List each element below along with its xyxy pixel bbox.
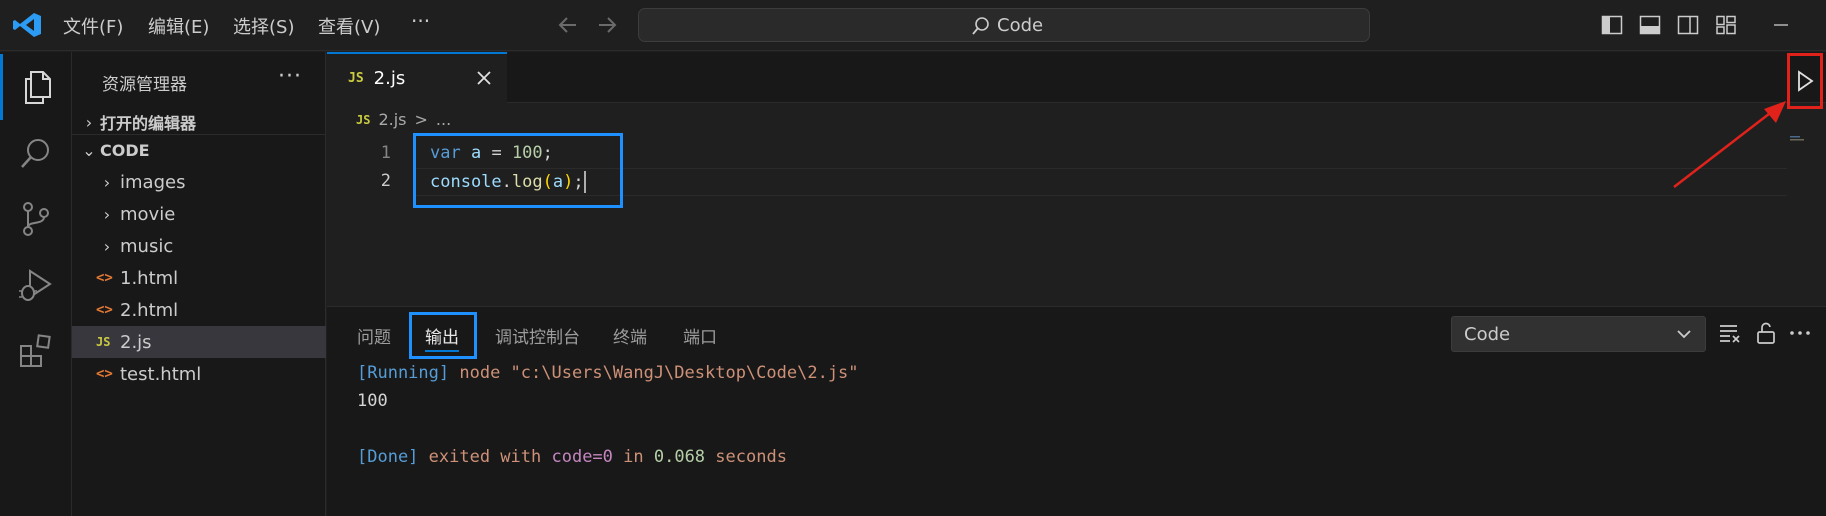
run-code-button[interactable] bbox=[1787, 53, 1823, 109]
code-annotation-box bbox=[413, 133, 623, 208]
output-text: 100 bbox=[357, 391, 388, 411]
back-arrow-icon[interactable] bbox=[555, 12, 581, 38]
tree-item-1html[interactable]: <> 1.html bbox=[72, 262, 326, 294]
close-icon[interactable] bbox=[474, 68, 494, 88]
output-channel-select[interactable]: Code bbox=[1451, 316, 1706, 352]
output-text: exited with bbox=[418, 447, 552, 467]
open-editors-label: 打开的编辑器 bbox=[100, 114, 197, 133]
output-tab-annotation-box bbox=[409, 312, 477, 359]
output-tag: [Running] bbox=[357, 363, 450, 383]
activity-extensions[interactable] bbox=[0, 318, 72, 384]
clear-output-icon[interactable] bbox=[1717, 320, 1743, 346]
command-center[interactable]: Code bbox=[638, 8, 1370, 42]
menu-edit[interactable]: 编辑(E) bbox=[148, 13, 209, 39]
line-number: 1 bbox=[380, 143, 391, 163]
tree-item-label: images bbox=[120, 171, 186, 193]
search-icon bbox=[972, 16, 989, 35]
output-text: in bbox=[612, 447, 654, 467]
menu-selection[interactable]: 选择(S) bbox=[233, 13, 294, 39]
run-debug-icon bbox=[19, 269, 52, 301]
minimize-window-icon[interactable] bbox=[1770, 13, 1794, 37]
html-file-icon: <> bbox=[96, 366, 113, 382]
tree-item-music[interactable]: › music bbox=[72, 230, 326, 262]
extensions-icon bbox=[20, 334, 51, 367]
output-text: seconds bbox=[705, 447, 787, 467]
explorer-more-actions[interactable]: ··· bbox=[278, 64, 302, 89]
tree-item-label: movie bbox=[120, 203, 176, 225]
editor-tab-bar: JS 2.js bbox=[327, 52, 1826, 103]
menu-more[interactable]: ··· bbox=[411, 9, 430, 33]
lock-icon[interactable] bbox=[1753, 320, 1779, 346]
files-icon bbox=[24, 71, 51, 104]
menu-file[interactable]: 文件(F) bbox=[63, 13, 123, 39]
bottom-panel: 问题 输出 调试控制台 终端 端口 Code [Running] node "c… bbox=[327, 306, 1826, 516]
output-line-4: [Done] exited with code=0 in 0.068 secon… bbox=[357, 447, 787, 467]
tree-item-label: 2.js bbox=[120, 331, 152, 353]
forward-arrow-icon[interactable] bbox=[594, 12, 620, 38]
activity-source-control[interactable] bbox=[0, 186, 72, 252]
folder-code-section[interactable]: ⌄ CODE bbox=[72, 134, 326, 166]
source-control-icon bbox=[23, 202, 49, 236]
html-file-icon: <> bbox=[96, 302, 113, 318]
js-file-icon: JS bbox=[96, 335, 111, 349]
menu-view[interactable]: 查看(V) bbox=[318, 13, 380, 39]
output-line-2: 100 bbox=[357, 391, 388, 411]
explorer-sidebar: 资源管理器 ··· › 打开的编辑器 ⌄ CODE › images › mov… bbox=[72, 52, 326, 516]
breadcrumb-symbols[interactable]: ... bbox=[436, 110, 451, 129]
chevron-right-icon: › bbox=[103, 204, 111, 224]
output-text: 0.068 bbox=[653, 447, 706, 467]
tree-item-label: 2.html bbox=[120, 299, 179, 321]
js-file-icon: JS bbox=[348, 71, 364, 86]
output-channel-value: Code bbox=[1464, 323, 1511, 345]
tree-item-label: test.html bbox=[120, 363, 202, 385]
toggle-panel-icon[interactable] bbox=[1638, 13, 1662, 37]
tab-terminal[interactable]: 终端 bbox=[613, 323, 647, 348]
explorer-title: 资源管理器 bbox=[102, 75, 187, 95]
tree-item-2html[interactable]: <> 2.html bbox=[72, 294, 326, 326]
title-bar: 文件(F) 编辑(E) 选择(S) 查看(V) ··· Code bbox=[0, 0, 1826, 51]
output-text: node "c:\Users\WangJ\Desktop\Code\2.js" bbox=[449, 363, 859, 383]
line-number: 2 bbox=[380, 171, 391, 191]
more-actions-icon[interactable] bbox=[1787, 320, 1813, 346]
chevron-down-icon bbox=[1677, 330, 1691, 339]
tab-2js[interactable]: JS 2.js bbox=[327, 52, 507, 103]
tree-item-label: 1.html bbox=[120, 267, 179, 289]
tree-item-images[interactable]: › images bbox=[72, 166, 326, 198]
customize-layout-icon[interactable] bbox=[1714, 13, 1738, 37]
tree-item-testhtml[interactable]: <> test.html bbox=[72, 358, 326, 390]
tree-item-2js[interactable]: JS 2.js bbox=[72, 326, 326, 358]
tab-debug-console[interactable]: 调试控制台 bbox=[495, 323, 580, 348]
tab-label: 2.js bbox=[373, 68, 406, 89]
toggle-primary-sidebar-icon[interactable] bbox=[1600, 13, 1624, 37]
activity-search[interactable] bbox=[0, 120, 72, 186]
output-text: code=0 bbox=[551, 447, 613, 467]
chevron-right-icon: › bbox=[103, 236, 111, 256]
activity-bar bbox=[0, 52, 72, 516]
annotation-arrow bbox=[1673, 101, 1786, 188]
tree-item-movie[interactable]: › movie bbox=[72, 198, 326, 230]
tree-item-label: music bbox=[120, 235, 174, 257]
breadcrumb-file[interactable]: 2.js bbox=[378, 110, 406, 129]
breadcrumb: JS 2.js > ... bbox=[356, 110, 451, 129]
search-icon bbox=[21, 139, 49, 168]
chevron-right-icon: › bbox=[103, 172, 111, 192]
minimap[interactable] bbox=[1790, 136, 1806, 142]
breadcrumb-separator: > bbox=[414, 110, 428, 129]
folder-code-label: CODE bbox=[100, 141, 150, 160]
activity-explorer[interactable] bbox=[0, 54, 72, 120]
html-file-icon: <> bbox=[96, 270, 113, 286]
chevron-down-icon: ⌄ bbox=[82, 141, 96, 160]
tab-ports[interactable]: 端口 bbox=[683, 323, 717, 348]
js-file-icon: JS bbox=[356, 112, 371, 127]
output-line-1: [Running] node "c:\Users\WangJ\Desktop\C… bbox=[357, 363, 859, 383]
output-tag: [Done] bbox=[357, 447, 419, 467]
play-icon bbox=[1798, 70, 1814, 92]
command-center-label: Code bbox=[997, 15, 1044, 36]
chevron-right-icon: › bbox=[85, 112, 93, 132]
vscode-logo-icon bbox=[13, 13, 41, 37]
activity-run-debug[interactable] bbox=[0, 252, 72, 318]
toggle-secondary-sidebar-icon[interactable] bbox=[1676, 13, 1700, 37]
tab-problems[interactable]: 问题 bbox=[357, 323, 391, 348]
